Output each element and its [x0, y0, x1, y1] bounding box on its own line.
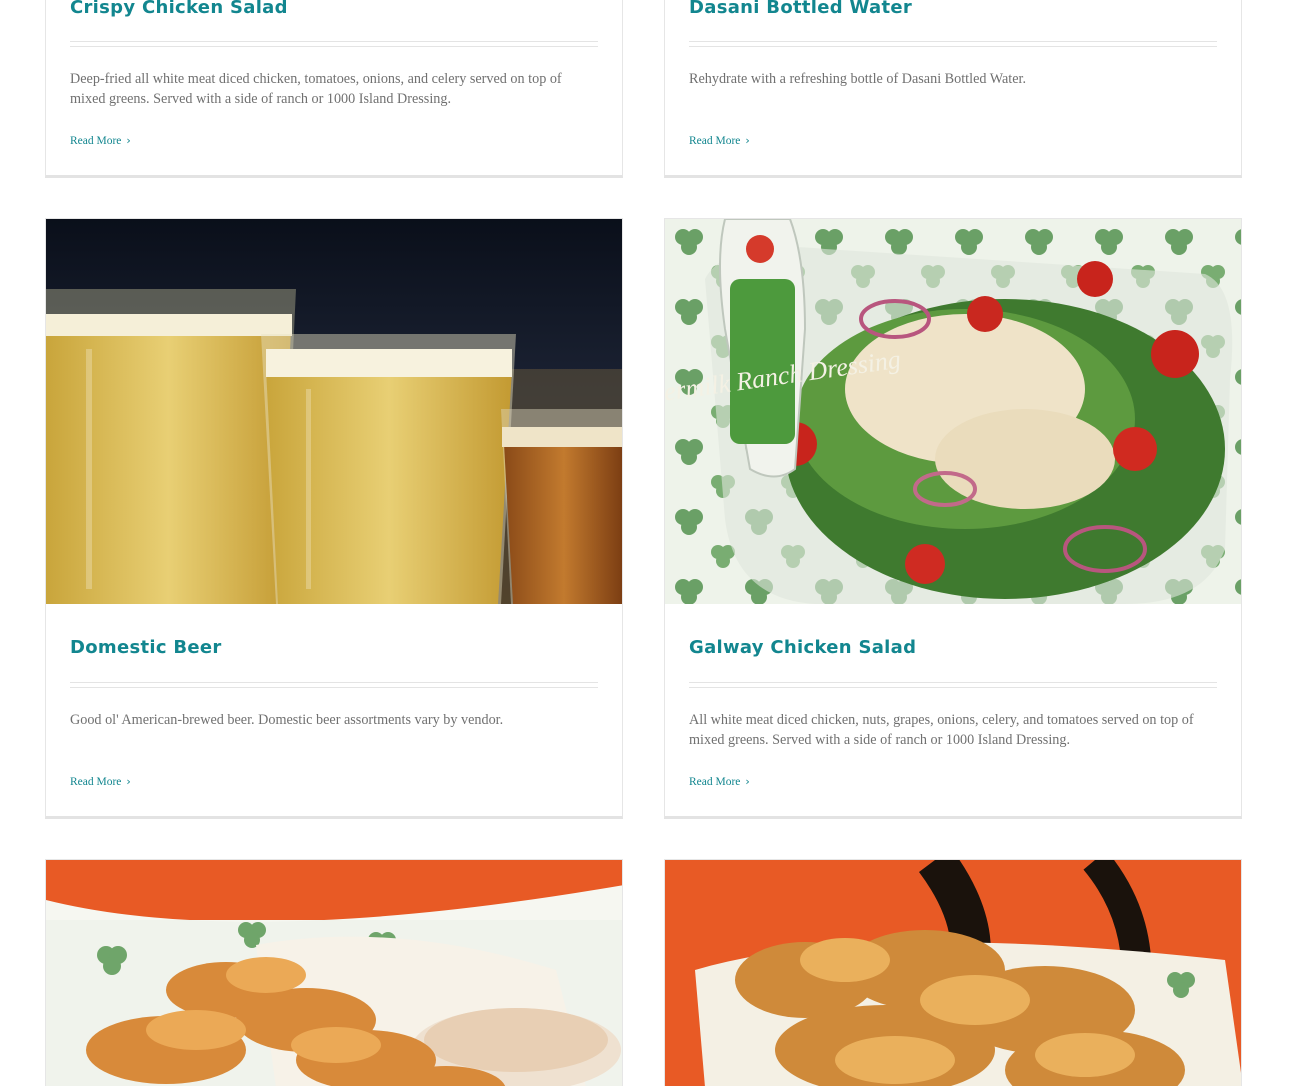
- menu-card-crispy-chicken-salad: Crispy Chicken Salad Deep-fried all whit…: [45, 0, 623, 178]
- title-divider: [689, 41, 1217, 47]
- menu-card-potato-chips: [664, 859, 1242, 1086]
- title-divider: [70, 41, 598, 47]
- title-divider: [689, 682, 1217, 688]
- menu-grid-page: Crispy Chicken Salad Deep-fried all whit…: [0, 0, 1290, 1086]
- read-more-link[interactable]: Read More ›: [689, 134, 750, 147]
- card-description: Rehydrate with a refreshing bottle of Da…: [689, 71, 1027, 87]
- read-more-label: Read More: [689, 135, 741, 147]
- card-title[interactable]: Crispy Chicken Salad: [70, 0, 288, 20]
- read-more-link[interactable]: Read More ›: [689, 775, 750, 788]
- title-divider: [70, 682, 598, 688]
- card-title[interactable]: Galway Chicken Salad: [689, 636, 916, 660]
- galway-chicken-salad-photo[interactable]: Buttermilk Ranch Dressing: [665, 219, 1241, 604]
- chevron-right-icon: ›: [745, 775, 750, 788]
- read-more-label: Read More: [689, 776, 741, 788]
- menu-card-chips-with-dip: [45, 859, 623, 1086]
- beer-glasses-photo[interactable]: [46, 219, 622, 604]
- read-more-label: Read More: [70, 135, 122, 147]
- potato-chips-photo[interactable]: [665, 860, 1241, 1086]
- read-more-link[interactable]: Read More ›: [70, 775, 131, 788]
- card-description: Deep-fried all white meat diced chicken,…: [70, 71, 562, 107]
- chevron-right-icon: ›: [126, 775, 131, 788]
- menu-card-galway-chicken-salad: Buttermilk Ranch Dressing Galway Chicken…: [664, 218, 1242, 819]
- card-title[interactable]: Dasani Bottled Water: [689, 0, 912, 20]
- chevron-right-icon: ›: [126, 134, 131, 147]
- menu-card-dasani-bottled-water: Dasani Bottled Water Rehydrate with a re…: [664, 0, 1242, 178]
- card-title[interactable]: Domestic Beer: [70, 636, 222, 660]
- menu-card-domestic-beer: Domestic Beer Good ol' American-brewed b…: [45, 218, 623, 819]
- card-description: All white meat diced chicken, nuts, grap…: [689, 712, 1194, 748]
- read-more-link[interactable]: Read More ›: [70, 134, 131, 147]
- chevron-right-icon: ›: [745, 134, 750, 147]
- read-more-label: Read More: [70, 776, 122, 788]
- card-description: Good ol' American-brewed beer. Domestic …: [70, 712, 504, 728]
- chips-with-dip-photo[interactable]: [46, 860, 622, 1086]
